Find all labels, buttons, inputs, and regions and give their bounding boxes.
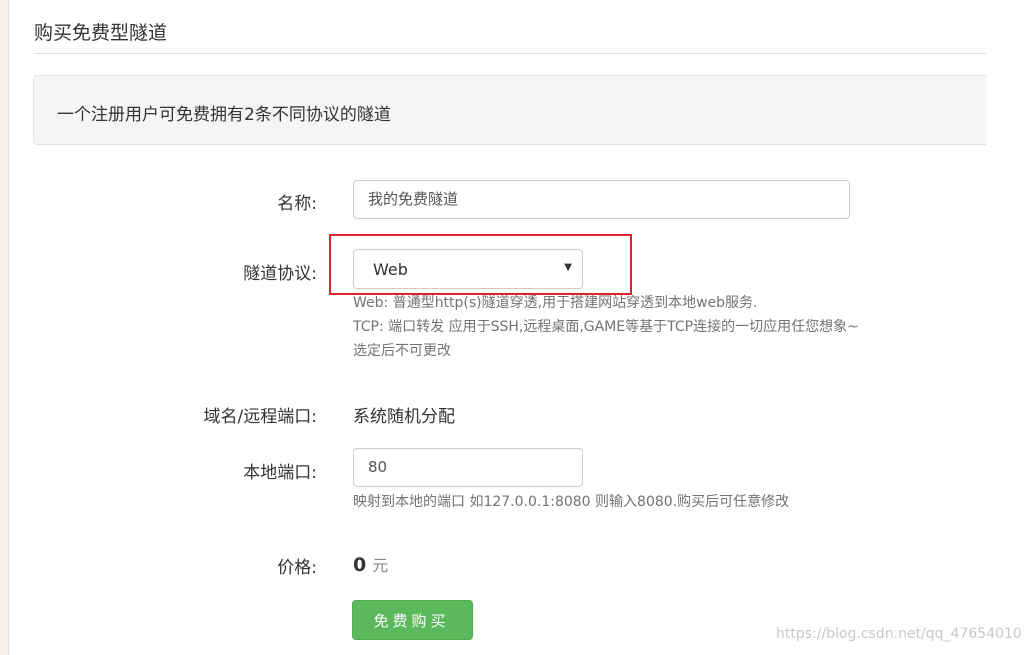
free-purchase-button[interactable]: 免费购买 [352, 600, 473, 640]
local-port-label: 本地端口: [243, 463, 317, 483]
local-port-input[interactable]: 80 [353, 448, 583, 487]
protocol-label: 隧道协议: [243, 264, 317, 284]
protocol-help-note: 选定后不可更改 [353, 343, 451, 359]
price-amount: 0 [353, 554, 367, 576]
domain-port-value: 系统随机分配 [353, 407, 455, 427]
watermark: https://blog.csdn.net/qq_47654010 [776, 626, 1022, 642]
local-port-help: 映射到本地的端口 如127.0.0.1:8080 则输入8080.购买后可任意修… [353, 494, 790, 510]
price-unit: 元 [372, 556, 389, 575]
protocol-help-tcp: TCP: 端口转发 应用于SSH,远程桌面,GAME等基于TCP连接的一切应用任… [353, 319, 859, 335]
info-notice: 一个注册用户可免费拥有2条不同协议的隧道 [33, 75, 986, 145]
domain-port-label: 域名/远程端口: [203, 407, 317, 427]
annotation-highlight-box [329, 234, 632, 295]
page-title: 购买免费型隧道 [34, 22, 168, 44]
name-input[interactable]: 我的免费隧道 [353, 180, 850, 219]
left-margin-rule [8, 0, 9, 655]
price-value: 0元 [353, 552, 388, 576]
left-margin-decoration [0, 0, 9, 655]
title-divider [34, 53, 986, 54]
info-notice-text: 一个注册用户可免费拥有2条不同协议的隧道 [57, 105, 391, 125]
price-label: 价格: [277, 558, 317, 578]
name-label: 名称: [277, 194, 317, 214]
